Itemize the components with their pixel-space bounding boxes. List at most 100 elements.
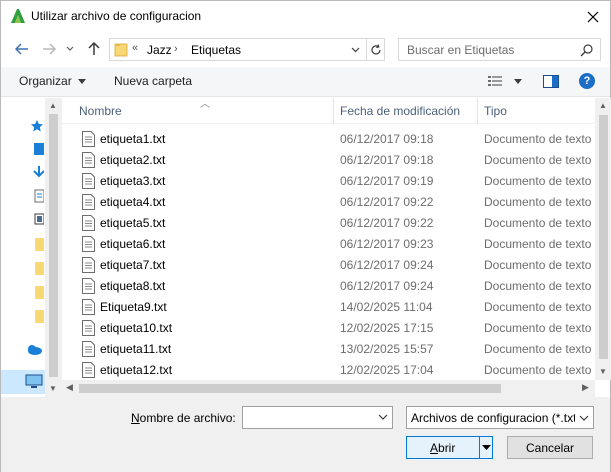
folder-icon[interactable] — [30, 285, 44, 299]
file-name: etiqueta8.txt — [100, 279, 166, 293]
file-date: 12/02/2025 17:15 — [340, 321, 434, 335]
column-header-date[interactable]: Fecha de modificación — [340, 104, 460, 118]
file-type: Documento de texto — [484, 153, 592, 167]
text-file-icon — [82, 215, 95, 231]
breadcrumb-separator: › — [174, 43, 178, 55]
forward-button[interactable] — [40, 40, 58, 58]
file-row[interactable]: etiqueta6.txt 06/12/2017 09:23 Documento d… — [62, 234, 595, 255]
view-details-icon[interactable] — [488, 75, 504, 88]
preview-pane-icon[interactable] — [543, 75, 559, 88]
column-divider[interactable] — [333, 98, 334, 124]
text-file-icon — [82, 341, 95, 357]
file-name: etiqueta1.txt — [100, 132, 166, 146]
file-row[interactable]: etiqueta11.txt 13/02/2025 15:57 Documento … — [62, 339, 595, 360]
file-row[interactable]: etiqueta2.txt 06/12/2017 09:18 Documento d… — [62, 150, 595, 171]
open-accesskey: A — [430, 441, 439, 455]
chevron-down-icon[interactable] — [378, 411, 388, 423]
file-row[interactable]: etiqueta1.txt 06/12/2017 09:18 Documento d… — [62, 129, 595, 150]
file-row[interactable]: etiqueta3.txt 06/12/2017 09:19 Documento d… — [62, 171, 595, 192]
text-file-icon — [82, 236, 95, 252]
recent-locations-button[interactable] — [64, 40, 76, 58]
scroll-up-arrow-icon[interactable]: ▲ — [599, 101, 607, 110]
file-row[interactable]: etiqueta5.txt 06/12/2017 09:22 Documento d… — [62, 213, 595, 234]
file-type: Documento de texto — [484, 279, 592, 293]
search-input[interactable]: Buscar en Etiquetas — [398, 38, 601, 61]
caret-down-icon — [78, 79, 87, 85]
close-icon — [587, 11, 599, 22]
file-row[interactable]: etiqueta10.txt 12/02/2025 17:15 Documento … — [62, 318, 595, 339]
search-icon — [580, 44, 593, 57]
up-folder-button[interactable] — [85, 40, 103, 58]
filetype-select[interactable]: Archivos de configuracion (*.txt) — [406, 406, 594, 429]
scroll-left-arrow-icon[interactable]: ◀ — [66, 382, 73, 393]
file-name: etiqueta10.txt — [100, 321, 173, 335]
desktop-icon[interactable] — [30, 142, 44, 156]
column-header-name[interactable]: Nombre — [79, 104, 122, 118]
address-bar[interactable]: « Jazz › Etiquetas — [109, 38, 385, 61]
filename-label-text: ombre de archivo: — [139, 411, 236, 425]
file-row[interactable]: etiqueta8.txt 06/12/2017 09:24 Documento d… — [62, 276, 595, 297]
text-file-icon — [82, 173, 95, 189]
file-row[interactable]: Etiqueta9.txt 14/02/2025 11:04 Documento d… — [62, 297, 595, 318]
folder-icon — [114, 43, 128, 57]
file-row[interactable]: etiqueta7.txt 06/12/2017 09:24 Documento d… — [62, 255, 595, 276]
scrollbar-thumb[interactable] — [79, 384, 501, 393]
filetype-dropdown-button[interactable] — [575, 407, 593, 428]
file-row[interactable]: etiqueta12.txt 12/02/2025 17:04 Documento … — [62, 360, 595, 380]
folder-icon[interactable] — [30, 237, 44, 251]
column-divider[interactable] — [477, 98, 478, 124]
file-row[interactable]: etiqueta4.txt 06/12/2017 09:22 Documento d… — [62, 192, 595, 213]
file-date: 06/12/2017 09:22 — [340, 195, 434, 209]
file-name: etiqueta2.txt — [100, 153, 166, 167]
file-date: 06/12/2017 09:18 — [340, 132, 434, 146]
chevron-down-icon — [579, 415, 589, 421]
file-list-horizontal-scrollbar[interactable]: ◀ ▶ — [62, 380, 595, 397]
column-header-type[interactable]: Tipo — [484, 104, 507, 118]
documents-icon[interactable] — [30, 189, 44, 203]
text-file-icon — [82, 320, 95, 336]
file-type: Documento de texto — [484, 132, 592, 146]
quick-access-star-icon[interactable] — [30, 119, 44, 133]
file-list-vertical-scrollbar[interactable]: ▲ ▼ — [595, 98, 611, 380]
scrollbar-thumb[interactable] — [49, 114, 58, 377]
open-button-label: Abrir — [430, 441, 455, 455]
open-options-dropdown-icon[interactable] — [482, 441, 491, 453]
scrollbar-thumb[interactable] — [599, 115, 608, 359]
app-logo-icon — [11, 9, 25, 23]
help-icon[interactable]: ? — [579, 73, 595, 89]
text-file-icon — [82, 362, 95, 378]
view-options-dropdown-icon[interactable] — [514, 79, 522, 84]
this-pc-item[interactable] — [1, 370, 45, 394]
address-dropdown-button[interactable] — [348, 43, 362, 57]
new-folder-button[interactable]: Nueva carpeta — [114, 74, 192, 88]
downloads-icon[interactable] — [30, 165, 44, 179]
onedrive-cloud-icon[interactable] — [26, 344, 42, 356]
filename-field[interactable] — [242, 406, 393, 429]
scroll-up-arrow-icon[interactable]: ▲ — [49, 101, 57, 110]
search-placeholder: Buscar en Etiquetas — [407, 43, 515, 57]
scroll-right-arrow-icon[interactable]: ▶ — [582, 382, 589, 393]
address-overflow[interactable]: « — [132, 42, 138, 54]
file-date: 12/02/2025 17:04 — [340, 363, 434, 377]
file-name: etiqueta3.txt — [100, 174, 166, 188]
open-button[interactable]: Abrir — [406, 436, 493, 459]
file-name: etiqueta5.txt — [100, 216, 166, 230]
cancel-button[interactable]: Cancelar — [507, 436, 593, 459]
refresh-button[interactable] — [366, 39, 385, 60]
organize-menu[interactable]: Organizar — [19, 74, 87, 88]
folder-icon[interactable] — [30, 309, 44, 323]
split-divider — [479, 437, 480, 458]
breadcrumb-jazz[interactable]: Jazz — [147, 43, 172, 57]
scroll-down-arrow-icon[interactable]: ▼ — [599, 367, 607, 376]
navigation-scrollbar[interactable]: ▲ ▼ — [45, 98, 62, 397]
folder-icon[interactable] — [30, 261, 44, 275]
filename-label: Nombre de archivo: — [131, 411, 236, 425]
close-button[interactable] — [576, 1, 610, 32]
pictures-icon[interactable] — [30, 212, 44, 226]
file-type: Documento de texto — [484, 174, 592, 188]
breadcrumb-etiquetas[interactable]: Etiquetas — [191, 43, 241, 57]
text-file-icon — [82, 131, 95, 147]
back-button[interactable] — [13, 40, 31, 58]
scroll-down-arrow-icon[interactable]: ▼ — [49, 384, 57, 393]
file-type: Documento de texto — [484, 195, 592, 209]
